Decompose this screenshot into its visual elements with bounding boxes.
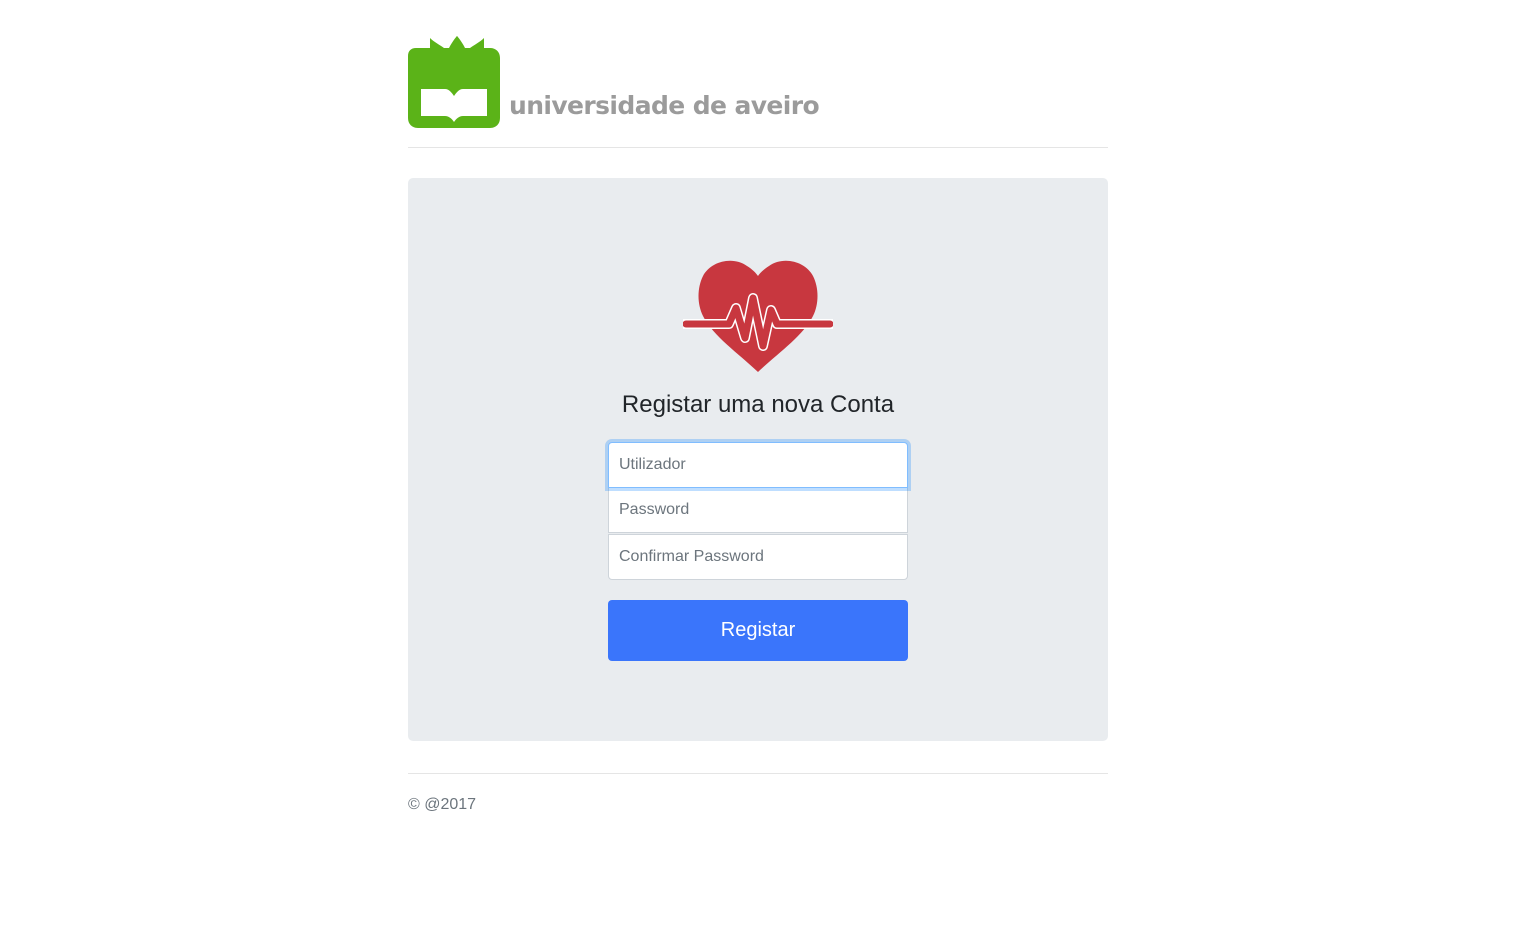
form-title: Registar uma nova Conta: [621, 391, 895, 418]
register-form: Registar: [608, 442, 908, 661]
page-container: universidade de aveiro Registar uma nova…: [408, 0, 1108, 813]
username-input[interactable]: [608, 442, 908, 488]
university-logo-icon[interactable]: [408, 36, 500, 128]
register-button[interactable]: Registar: [608, 600, 908, 661]
register-panel: Registar uma nova Conta Registar: [408, 178, 1108, 741]
site-footer: © @2017: [408, 773, 1108, 813]
heartbeat-icon: [683, 260, 833, 372]
password-input[interactable]: [608, 487, 908, 533]
site-header: universidade de aveiro: [408, 0, 1108, 148]
copyright-text: © @2017: [408, 796, 477, 813]
confirm-password-input[interactable]: [608, 534, 908, 580]
university-name: universidade de aveiro: [509, 91, 820, 120]
